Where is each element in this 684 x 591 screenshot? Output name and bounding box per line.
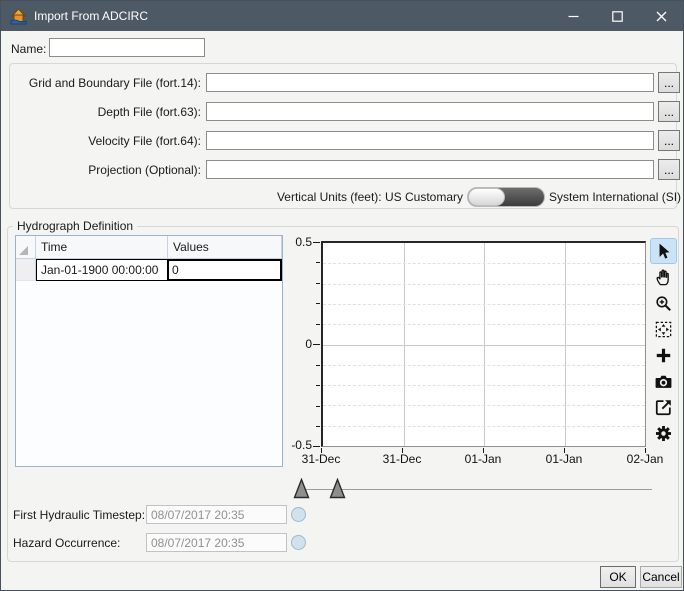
pointer-icon — [659, 243, 670, 259]
import-from-adcirc-dialog: Import From ADCIRC Name: Grid and Bounda… — [0, 0, 684, 591]
velocity-file-input[interactable] — [206, 131, 654, 150]
window-controls — [551, 1, 683, 31]
units-toggle-handle[interactable] — [468, 188, 505, 206]
horizontal-minor-gridline — [323, 303, 645, 305]
horizontal-minor-gridline — [323, 283, 645, 285]
y-major-tick — [313, 344, 320, 345]
horizontal-minor-gridline — [323, 364, 645, 366]
window-title: Import From ADCIRC — [34, 9, 149, 23]
depth-file-browse-button[interactable]: ... — [658, 101, 680, 122]
export-icon — [655, 399, 671, 415]
velocity-file-label: Velocity File (fort.64): — [88, 134, 201, 148]
hand-icon — [656, 269, 669, 285]
units-toggle[interactable] — [467, 187, 545, 207]
zoom-extents-tool-button[interactable] — [650, 316, 677, 342]
grid-boundary-file-browse-button[interactable]: ... — [658, 72, 680, 93]
values-cell[interactable]: 0 — [168, 259, 282, 281]
titlebar: Import From ADCIRC — [1, 1, 683, 31]
x-tick-label: 01-Jan — [464, 452, 502, 466]
settings-tool-button[interactable] — [650, 420, 677, 446]
zoom-extents-icon — [655, 321, 672, 337]
y-major-tick — [313, 446, 320, 447]
app-icon — [10, 7, 27, 24]
first-hydraulic-timestep-indicator — [291, 507, 306, 522]
cancel-button[interactable]: Cancel — [640, 566, 682, 588]
y-minor-tick — [316, 283, 320, 284]
hazard-occurrence-label: Hazard Occurrence: — [13, 536, 121, 550]
horizontal-minor-gridline — [323, 425, 645, 427]
maximize-icon — [611, 10, 623, 22]
plus-icon — [656, 348, 671, 362]
projection-browse-button[interactable]: ... — [658, 159, 680, 180]
hydrograph-group-title: Hydrograph Definition — [13, 219, 138, 233]
maximize-button[interactable] — [595, 1, 639, 31]
table-header-row: Time Values — [16, 236, 282, 259]
y-minor-tick — [316, 303, 320, 304]
y-major-tick — [313, 242, 320, 243]
x-tick-label: 01-Jan — [545, 452, 583, 466]
velocity-file-browse-button[interactable]: ... — [658, 130, 680, 151]
zoom-tool-button[interactable] — [650, 290, 677, 316]
y-minor-tick — [316, 324, 320, 325]
camera-icon — [655, 375, 672, 388]
hazard-occurrence-input — [146, 533, 287, 552]
close-icon — [656, 11, 666, 21]
add-point-tool-button[interactable] — [650, 342, 677, 368]
hazard-occurrence-indicator — [291, 535, 306, 550]
horizontal-minor-gridline — [323, 324, 645, 326]
slider-handle-end[interactable] — [329, 478, 346, 499]
first-hydraulic-timestep-label: First Hydraulic Timestep: — [13, 508, 146, 522]
gear-icon — [655, 425, 672, 441]
grid-boundary-file-label: Grid and Boundary File (fort.14): — [28, 76, 201, 90]
x-tick-label: 31-Dec — [382, 452, 422, 466]
ok-button[interactable]: OK — [600, 566, 636, 588]
horizontal-minor-gridline — [323, 385, 645, 387]
column-header-time[interactable]: Time — [36, 236, 168, 259]
name-label: Name: — [11, 42, 47, 56]
y-minor-tick — [316, 426, 320, 427]
table-row: Jan-01-1900 00:00:00 0 — [16, 259, 282, 281]
depth-file-label: Depth File (fort.63): — [97, 105, 201, 119]
table-select-all-corner[interactable] — [16, 236, 36, 259]
export-tool-button[interactable] — [650, 394, 677, 420]
time-cell[interactable]: Jan-01-1900 00:00:00 — [36, 259, 168, 281]
y-minor-tick — [316, 406, 320, 407]
corner-triangle-icon — [19, 246, 28, 255]
x-tick-label: 02-Jan — [626, 452, 664, 466]
first-hydraulic-timestep-input — [146, 505, 287, 524]
si-units-label: System International (SI) — [549, 190, 682, 204]
y-minor-tick — [316, 365, 320, 366]
grid-boundary-file-input[interactable] — [206, 73, 654, 92]
y-tick-label-top: 0.5 — [295, 235, 312, 249]
minimize-icon — [568, 15, 578, 17]
row-header[interactable] — [16, 259, 36, 281]
depth-file-input[interactable] — [206, 102, 654, 121]
horizontal-minor-gridline — [323, 405, 645, 407]
zoom-in-icon — [656, 295, 671, 311]
vertical-units-label: Vertical Units (feet): US Customary — [276, 190, 463, 204]
snapshot-tool-button[interactable] — [650, 368, 677, 394]
column-header-values[interactable]: Values — [168, 236, 282, 259]
projection-input[interactable] — [206, 160, 654, 179]
projection-label: Projection (Optional): — [88, 163, 201, 177]
name-input[interactable] — [49, 38, 205, 57]
slider-handle-start[interactable] — [293, 478, 310, 499]
hydrograph-table: Time Values Jan-01-1900 00:00:00 0 — [15, 235, 283, 467]
y-minor-tick — [316, 385, 320, 386]
y-minor-tick — [316, 262, 320, 263]
horizontal-gridline-zero — [323, 344, 645, 346]
time-range-slider-track[interactable] — [297, 489, 652, 490]
pointer-tool-button[interactable] — [650, 238, 677, 264]
pan-tool-button[interactable] — [650, 264, 677, 290]
horizontal-minor-gridline — [323, 263, 645, 265]
y-tick-label-bottom: -0.5 — [291, 438, 312, 452]
minimize-button[interactable] — [551, 1, 595, 31]
close-button[interactable] — [639, 1, 683, 31]
y-tick-label-mid: 0 — [305, 337, 312, 351]
x-tick-label: 31-Dec — [301, 452, 341, 466]
hydrograph-plot-area[interactable] — [321, 241, 646, 447]
